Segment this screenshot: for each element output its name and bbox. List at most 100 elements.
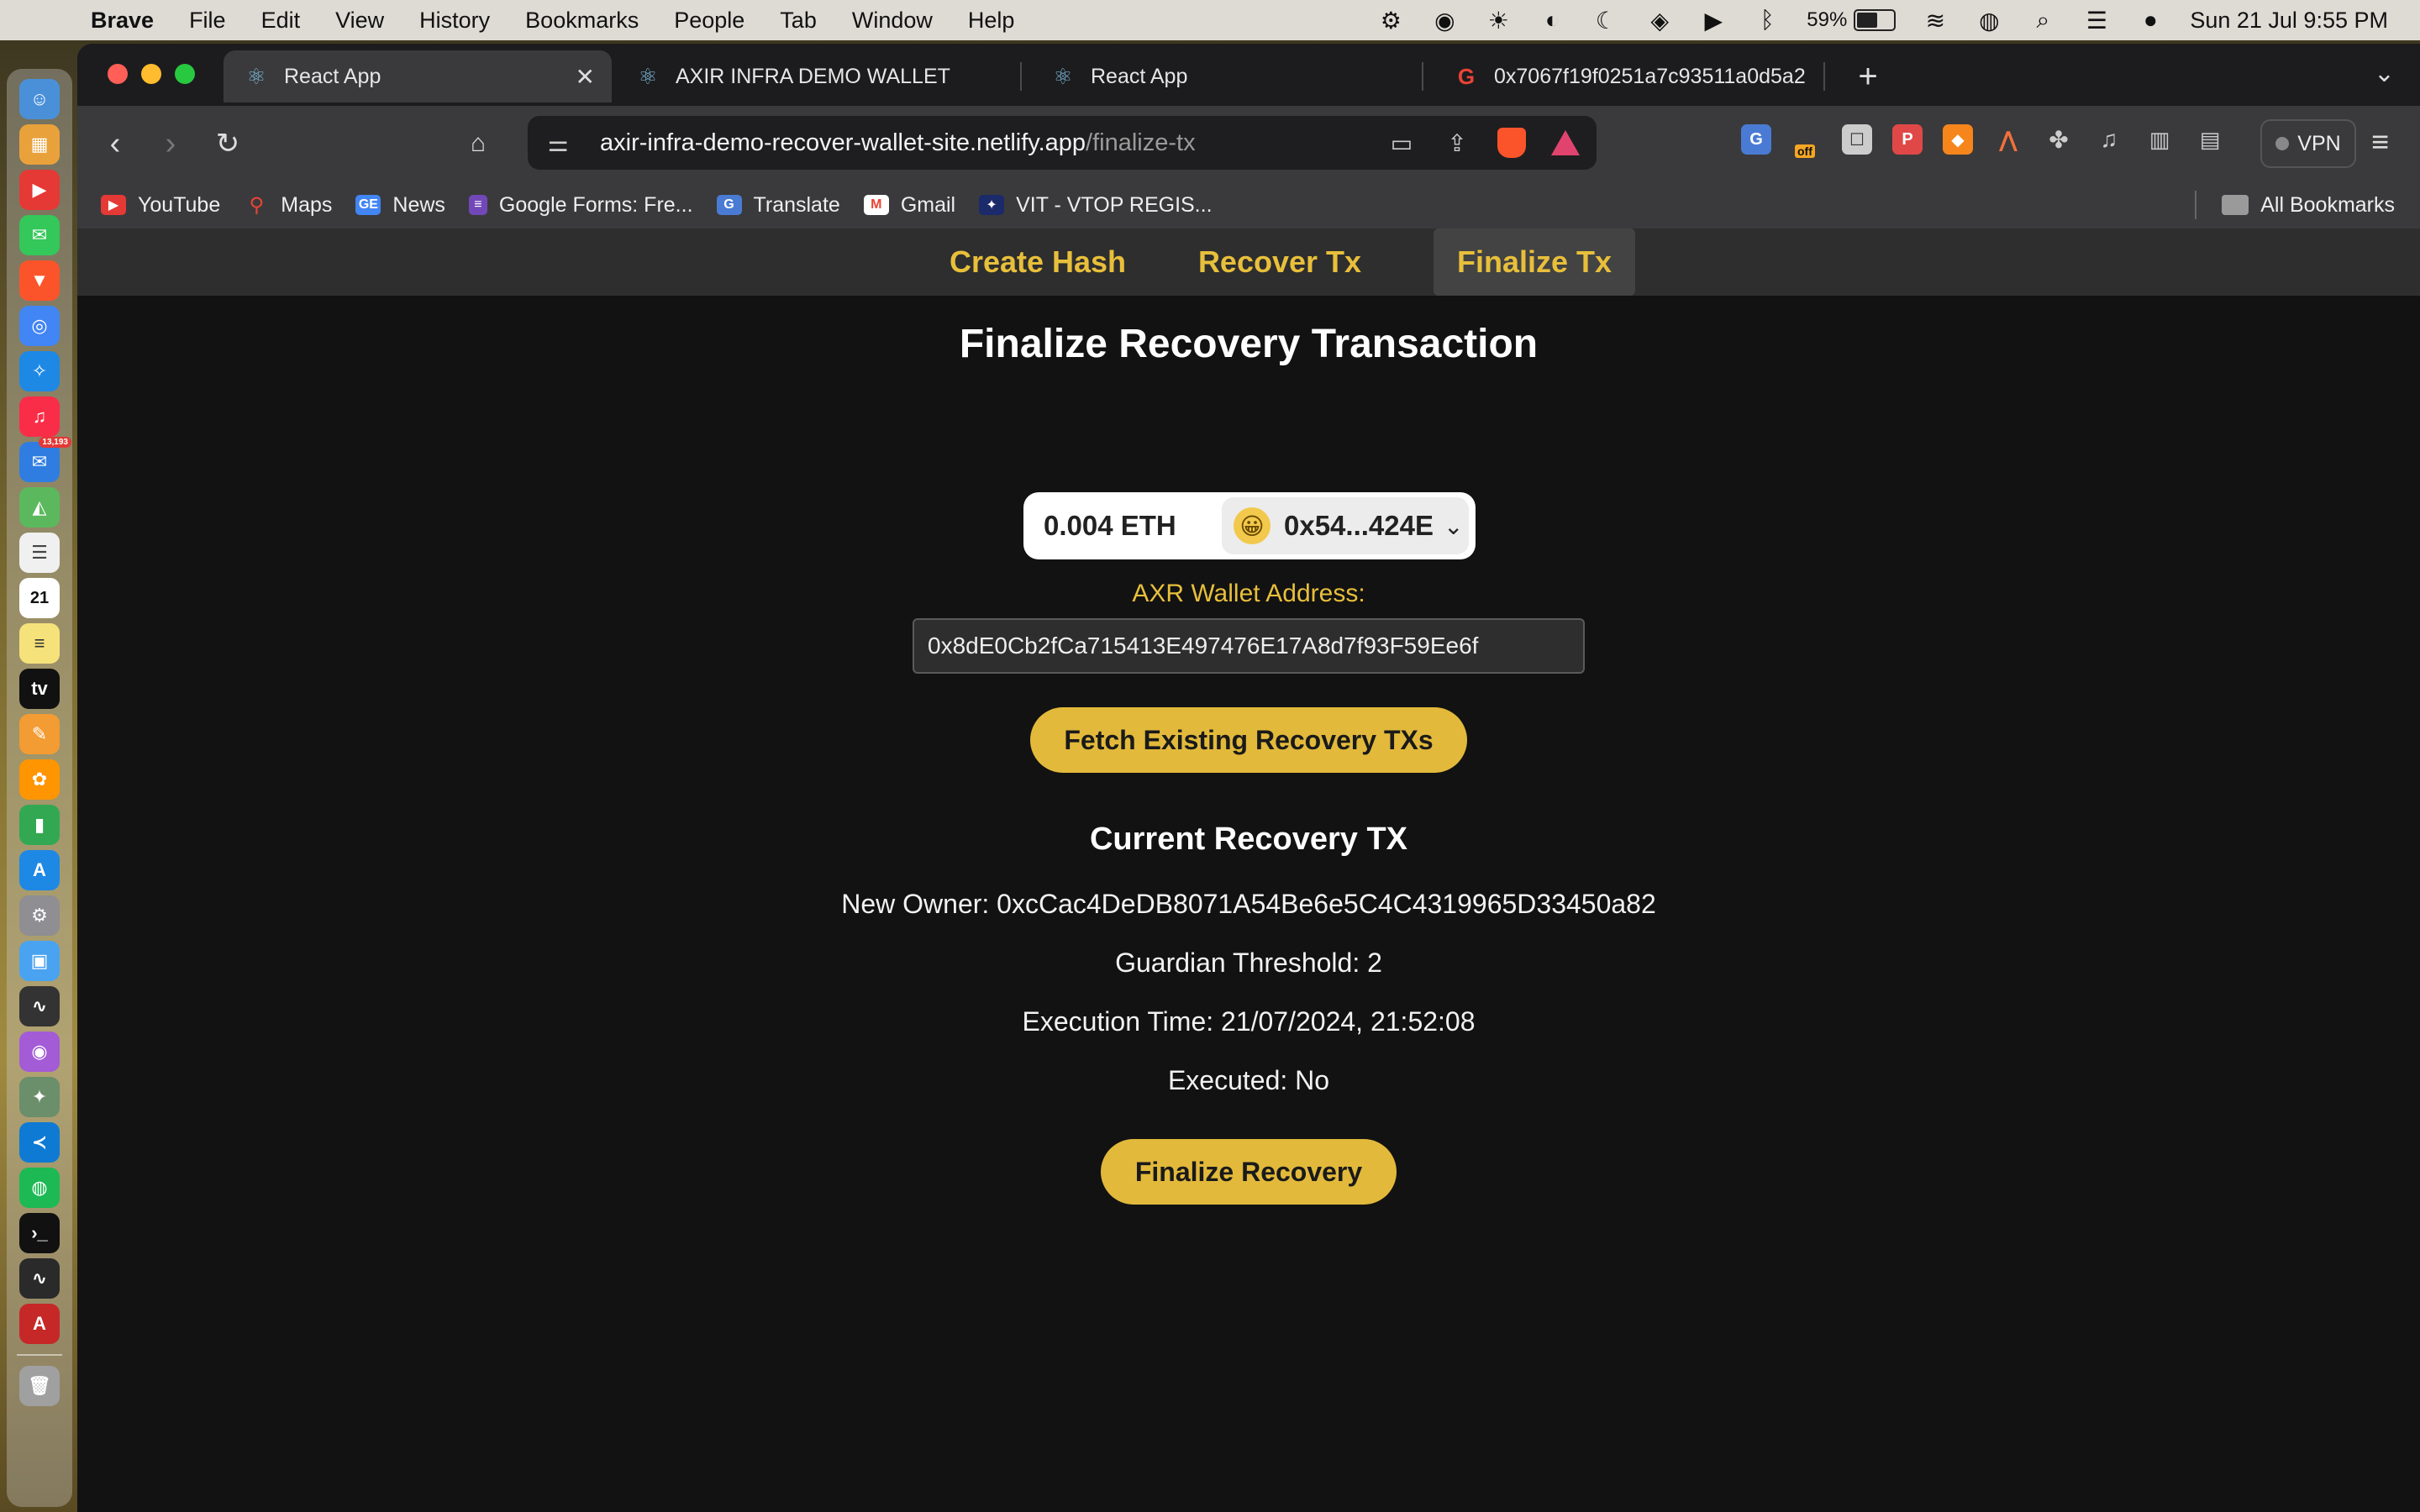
photos-icon[interactable]: ✿ (19, 759, 60, 800)
battery-status[interactable]: 59% (1807, 8, 1897, 32)
close-window-button[interactable] (108, 64, 128, 84)
activity-monitor-icon[interactable]: ∿ (19, 1258, 60, 1299)
reload-button[interactable]: ↻ (207, 123, 249, 165)
minimize-window-button[interactable] (141, 64, 161, 84)
extension-icon[interactable]: ☐ (1842, 124, 1872, 155)
spotlight-search-icon[interactable]: ⌕ (2028, 6, 2057, 34)
menubar-clock[interactable]: Sun 21 Jul 9:55 PM (2190, 8, 2388, 34)
menu-edit[interactable]: Edit (261, 8, 301, 34)
messages-icon[interactable]: ✉ (19, 215, 60, 255)
brave-shields-icon[interactable] (1497, 128, 1526, 158)
launchpad-icon[interactable]: ▦ (19, 124, 60, 165)
apple-tv-icon[interactable]: tv (19, 669, 60, 709)
terminal-icon[interactable]: ›_ (19, 1213, 60, 1253)
tab-react-app-active[interactable]: ⚛ React App ✕ (224, 50, 612, 102)
night-shift-icon[interactable]: ◐ (1538, 6, 1566, 34)
wifi-icon[interactable]: ≋ (1921, 6, 1949, 34)
zoom-window-button[interactable] (175, 64, 195, 84)
axr-wallet-address-input[interactable] (913, 618, 1585, 674)
menu-help[interactable]: Help (968, 8, 1015, 34)
share-icon[interactable]: ⇪ (1442, 128, 1472, 158)
forward-button[interactable]: › (150, 123, 192, 165)
pocket-extension-icon[interactable]: P (1892, 124, 1923, 155)
bluetooth-icon[interactable]: ᛒ (1753, 6, 1781, 34)
off-extension-icon[interactable]: off (1791, 124, 1822, 158)
gear-icon[interactable]: ⚙ (1376, 6, 1405, 34)
chrome-icon[interactable]: ◎ (19, 306, 60, 346)
script-editor-icon[interactable]: ✦ (19, 1077, 60, 1117)
downloads-folder-icon[interactable]: ▣ (19, 941, 60, 981)
bookmark-news[interactable]: GE News (355, 193, 445, 218)
new-tab-button[interactable]: + (1847, 55, 1889, 97)
podcasts-icon[interactable]: ◉ (19, 1032, 60, 1072)
menu-view[interactable]: View (335, 8, 384, 34)
tab-tx-hash[interactable]: G 0x7067f19f0251a7c93511a0d5a2 (1434, 50, 1820, 102)
safari-icon[interactable]: ✧ (19, 351, 60, 391)
media-icon[interactable]: ♫ (2094, 124, 2124, 155)
wallet-icon[interactable]: ▤ (2195, 124, 2225, 155)
calendar-icon[interactable]: 21 (19, 578, 60, 618)
nav-finalize-tx[interactable]: Finalize Tx (1434, 228, 1635, 296)
layers-icon[interactable]: ◈ (1645, 6, 1674, 34)
menu-tab[interactable]: Tab (780, 8, 817, 34)
back-button[interactable]: ‹ (94, 123, 136, 165)
bookmark-youtube[interactable]: ▶ YouTube (101, 193, 220, 218)
bookmark-google-forms[interactable]: ≡ Google Forms: Fre... (468, 193, 693, 218)
pages-icon[interactable]: ✎ (19, 714, 60, 754)
brightness-icon[interactable]: ☀ (1484, 6, 1512, 34)
fetch-recovery-txs-button[interactable]: Fetch Existing Recovery TXs (1030, 707, 1467, 773)
nav-recover-tx[interactable]: Recover Tx (1175, 228, 1385, 296)
trash-icon[interactable]: 🗑 (19, 1366, 60, 1406)
maps-app-icon[interactable]: ◭ (19, 487, 60, 528)
mail-icon[interactable]: ✉ 13,193 (19, 437, 71, 482)
bookmark-vit-vtop[interactable]: ✦ VIT - VTOP REGIS... (979, 193, 1213, 218)
menu-bookmarks[interactable]: Bookmarks (525, 8, 639, 34)
bookmark-page-icon[interactable]: ⌂ (457, 123, 499, 165)
menu-app-name[interactable]: Brave (91, 8, 154, 34)
tab-react-app[interactable]: ⚛ React App (1030, 50, 1425, 102)
play-icon[interactable]: ▶ (1699, 6, 1728, 34)
menu-hamburger-icon[interactable]: ≡ (2371, 124, 2389, 160)
music-icon[interactable]: ♫ (19, 396, 60, 437)
numbers-icon[interactable]: ▮ (19, 805, 60, 845)
menu-people[interactable]: People (674, 8, 744, 34)
close-tab-icon[interactable]: ✕ (576, 63, 595, 91)
bookmark-maps[interactable]: ⚲ Maps (244, 193, 332, 218)
translate-extension-icon[interactable]: G (1741, 124, 1771, 155)
address-bar[interactable]: ⚌ axir-infra-demo-recover-wallet-site.ne… (528, 116, 1597, 170)
acrobat-icon[interactable]: A (19, 1304, 60, 1344)
reminders-icon[interactable]: ☰ (19, 533, 60, 573)
all-bookmarks[interactable]: All Bookmarks (2195, 191, 2420, 219)
vpn-button[interactable]: VPN (2260, 119, 2356, 168)
stocks-icon[interactable]: ∿ (19, 986, 60, 1026)
bookmark-gmail[interactable]: M Gmail (863, 193, 955, 218)
spotify-icon[interactable]: ◍ (19, 1168, 60, 1208)
notes-icon[interactable]: ≡ (19, 623, 60, 664)
nav-create-hash[interactable]: Create Hash (933, 228, 1143, 296)
user-icon[interactable]: ◍ (1975, 6, 2003, 34)
cast-icon[interactable]: ▭ (1386, 128, 1417, 158)
bookmark-translate[interactable]: G Translate (716, 193, 840, 218)
extension-a-icon[interactable]: ⋀ (1993, 124, 2023, 155)
moon-icon[interactable]: ☾ (1591, 6, 1620, 34)
vscode-icon[interactable]: ≺ (19, 1122, 60, 1163)
system-settings-icon[interactable]: ⚙ (19, 895, 60, 936)
connect-wallet-widget[interactable]: 0.004 ETH 😀 0x54...424E ⌄ (1023, 492, 1476, 559)
tab-search-chevron-icon[interactable]: ⌄ (2374, 59, 2395, 88)
tab-axir-demo-wallet[interactable]: ⚛ AXIR INFRA DEMO WALLET (615, 50, 1010, 102)
siri-icon[interactable]: ● (2136, 6, 2165, 34)
app-store-icon[interactable]: A (19, 850, 60, 890)
wallet-account-button[interactable]: 😀 0x54...424E ⌄ (1222, 497, 1469, 554)
control-center-icon[interactable]: ☰ (2082, 6, 2111, 34)
menu-file[interactable]: File (189, 8, 226, 34)
finalize-recovery-button[interactable]: Finalize Recovery (1101, 1139, 1397, 1205)
brave-icon[interactable]: ▼ (19, 260, 60, 301)
finder-icon[interactable]: ☺ (19, 79, 60, 119)
sidebar-toggle-icon[interactable]: ▥ (2144, 124, 2175, 155)
puzzle-extensions-icon[interactable]: ✤ (2044, 124, 2074, 155)
youtube-app-icon[interactable]: ▶ (19, 170, 60, 210)
metamask-fox-icon[interactable]: ◆ (1943, 124, 1973, 155)
site-settings-icon[interactable]: ⚌ (541, 129, 575, 157)
brave-rewards-icon[interactable] (1551, 130, 1580, 155)
menu-history[interactable]: History (419, 8, 490, 34)
